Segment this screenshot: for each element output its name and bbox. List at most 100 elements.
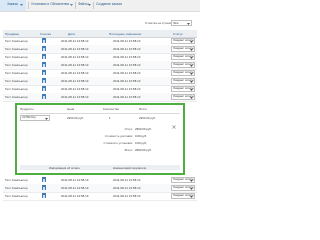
subtotal-label: Итого: xyxy=(124,127,133,131)
row-date: 2011-08-11 13:58:13 xyxy=(61,55,89,60)
menu-divider xyxy=(93,2,94,9)
row-modified: 2011-08-11 13:58:13 xyxy=(113,194,141,199)
payment-info-bar xyxy=(20,165,180,170)
chevron-down-icon xyxy=(190,195,194,198)
document-icon[interactable] xyxy=(42,78,46,84)
document-icon[interactable] xyxy=(42,70,46,76)
product-qty[interactable]: 1 xyxy=(109,116,111,120)
status-select[interactable]: Ожидает оплаты xyxy=(171,86,195,92)
chevron-down-icon xyxy=(190,64,194,67)
grand-total-label: Всего: xyxy=(124,148,133,152)
detail-header-total: Итого xyxy=(139,107,147,111)
row-date: 2011-08-11 13:58:13 xyxy=(61,178,89,183)
row-date: 2011-08-11 13:58:13 xyxy=(61,95,89,100)
document-icon[interactable] xyxy=(42,54,46,60)
status-select[interactable]: Ожидает оплаты xyxy=(171,185,195,191)
per-page-select[interactable]: Все xyxy=(171,19,192,27)
row-date: 2011-08-11 13:58:13 xyxy=(61,71,89,76)
row-date: 2011-08-11 13:58:13 xyxy=(61,79,89,84)
chevron-down-icon xyxy=(45,117,49,123)
document-icon[interactable] xyxy=(42,86,46,92)
product-select[interactable]: ULTRA Key xyxy=(20,115,50,121)
row-seller: Тест Компьютер xyxy=(5,47,28,52)
remove-icon[interactable] xyxy=(172,116,176,129)
chevron-down-icon xyxy=(190,187,194,190)
menu-divider xyxy=(28,2,29,9)
row-date: 2011-08-11 13:58:13 xyxy=(61,47,89,52)
document-icon[interactable] xyxy=(42,193,46,199)
row-date: 2011-08-11 13:58:13 xyxy=(61,63,89,68)
product-value: ULTRA Key xyxy=(22,116,36,119)
chevron-down-icon xyxy=(190,48,194,51)
row-modified: 2011-08-11 13:58:13 xyxy=(113,87,141,92)
status-select[interactable]: Ожидает оплаты xyxy=(171,193,195,199)
row-modified: 2011-08-11 13:58:13 xyxy=(113,95,141,100)
row-seller: Тест Компьютер xyxy=(5,87,28,92)
column-header-modified[interactable]: Последнее изменение xyxy=(109,32,141,36)
column-header-status[interactable]: Статус xyxy=(173,32,183,36)
installation-label: Стоимость установки: xyxy=(103,141,133,145)
row-modified: 2011-08-11 13:58:13 xyxy=(113,47,141,52)
customer-comment-label: Комментарий покупателя xyxy=(113,165,146,170)
column-header-link[interactable]: Ссылка xyxy=(40,32,51,36)
menu-item-create-order[interactable]: Создание заказа xyxy=(96,2,122,6)
top-menu-bar: Заказы Установки и Обновления Файлы Созд… xyxy=(0,0,200,12)
row-modified: 2011-08-11 13:58:13 xyxy=(113,178,141,183)
grand-total-value: 2900.00 руб. xyxy=(135,148,152,152)
menu-item-files[interactable]: Файлы xyxy=(78,2,88,6)
row-seller: Тест Компьютер xyxy=(5,39,28,44)
status-select[interactable]: Ожидает оплаты xyxy=(171,62,195,68)
menu-item-installs-updates[interactable]: Установки и Обновления xyxy=(31,2,69,6)
status-select[interactable]: Ожидает оплаты xyxy=(171,70,195,76)
row-date: 2011-08-11 13:58:13 xyxy=(61,87,89,92)
document-icon[interactable] xyxy=(42,94,46,100)
detail-header-divider xyxy=(20,113,180,114)
row-date: 2011-08-11 13:58:13 xyxy=(61,39,89,44)
row-seller: Тест Компьютер xyxy=(5,178,28,183)
document-icon[interactable] xyxy=(42,62,46,68)
row-seller: Тест Компьютер xyxy=(5,63,28,68)
product-price: 2900.00 руб. xyxy=(67,116,84,121)
status-select[interactable]: Ожидает оплаты xyxy=(171,38,195,44)
chevron-down-icon xyxy=(190,72,194,75)
detail-header-qty: Количество xyxy=(103,107,120,111)
chevron-down-icon xyxy=(190,56,194,59)
row-seller: Тест Компьютер xyxy=(5,55,28,60)
chevron-down-icon xyxy=(187,22,190,27)
document-icon[interactable] xyxy=(42,185,46,191)
shipping-value: 0.00 руб. xyxy=(135,134,147,138)
row-seller: Тест Компьютер xyxy=(5,95,28,100)
chevron-down-icon xyxy=(20,4,23,6)
status-select[interactable]: Ожидает оплаты xyxy=(171,94,195,100)
status-select[interactable]: Ожидает оплаты xyxy=(171,177,195,183)
menu-item-orders[interactable]: Заказы xyxy=(7,2,18,6)
detail-header-products: Продукты xyxy=(20,107,34,111)
row-seller: Тест Компьютер xyxy=(5,71,28,76)
menu-divider xyxy=(75,2,76,9)
chevron-down-icon xyxy=(190,40,194,43)
document-icon[interactable] xyxy=(42,46,46,52)
row-date: 2011-08-11 13:58:13 xyxy=(61,194,89,199)
table-row[interactable]: Тест Компьютер 2011-08-11 13:58:13 2011-… xyxy=(3,192,197,201)
chevron-down-icon xyxy=(190,179,194,182)
payment-info-title: Информация об оплате xyxy=(49,165,80,170)
product-total: 2900.00 руб. xyxy=(139,116,156,121)
chevron-down-icon xyxy=(88,4,91,6)
row-modified: 2011-08-11 13:58:13 xyxy=(113,63,141,68)
document-icon[interactable] xyxy=(42,38,46,44)
row-modified: 2011-08-11 13:58:13 xyxy=(113,39,141,44)
row-seller: Тест Компьютер xyxy=(5,186,28,191)
chevron-down-icon xyxy=(190,96,194,99)
status-select[interactable]: Ожидает оплаты xyxy=(171,46,195,52)
status-select[interactable]: Ожидает оплаты xyxy=(171,54,195,60)
chevron-down-icon xyxy=(70,4,73,6)
table-row[interactable]: Тест Компьютер 2011-08-11 13:58:13 2011-… xyxy=(3,93,197,102)
column-header-seller[interactable]: Продавец xyxy=(5,32,19,36)
row-modified: 2011-08-11 13:58:13 xyxy=(113,79,141,84)
document-icon[interactable] xyxy=(42,177,46,183)
detail-header-price: Цена xyxy=(67,107,75,111)
per-page-value: Все xyxy=(173,20,179,25)
column-header-date[interactable]: Дата xyxy=(68,32,75,36)
status-select[interactable]: Ожидает оплаты xyxy=(171,78,195,84)
row-date: 2011-08-11 13:58:13 xyxy=(61,186,89,191)
